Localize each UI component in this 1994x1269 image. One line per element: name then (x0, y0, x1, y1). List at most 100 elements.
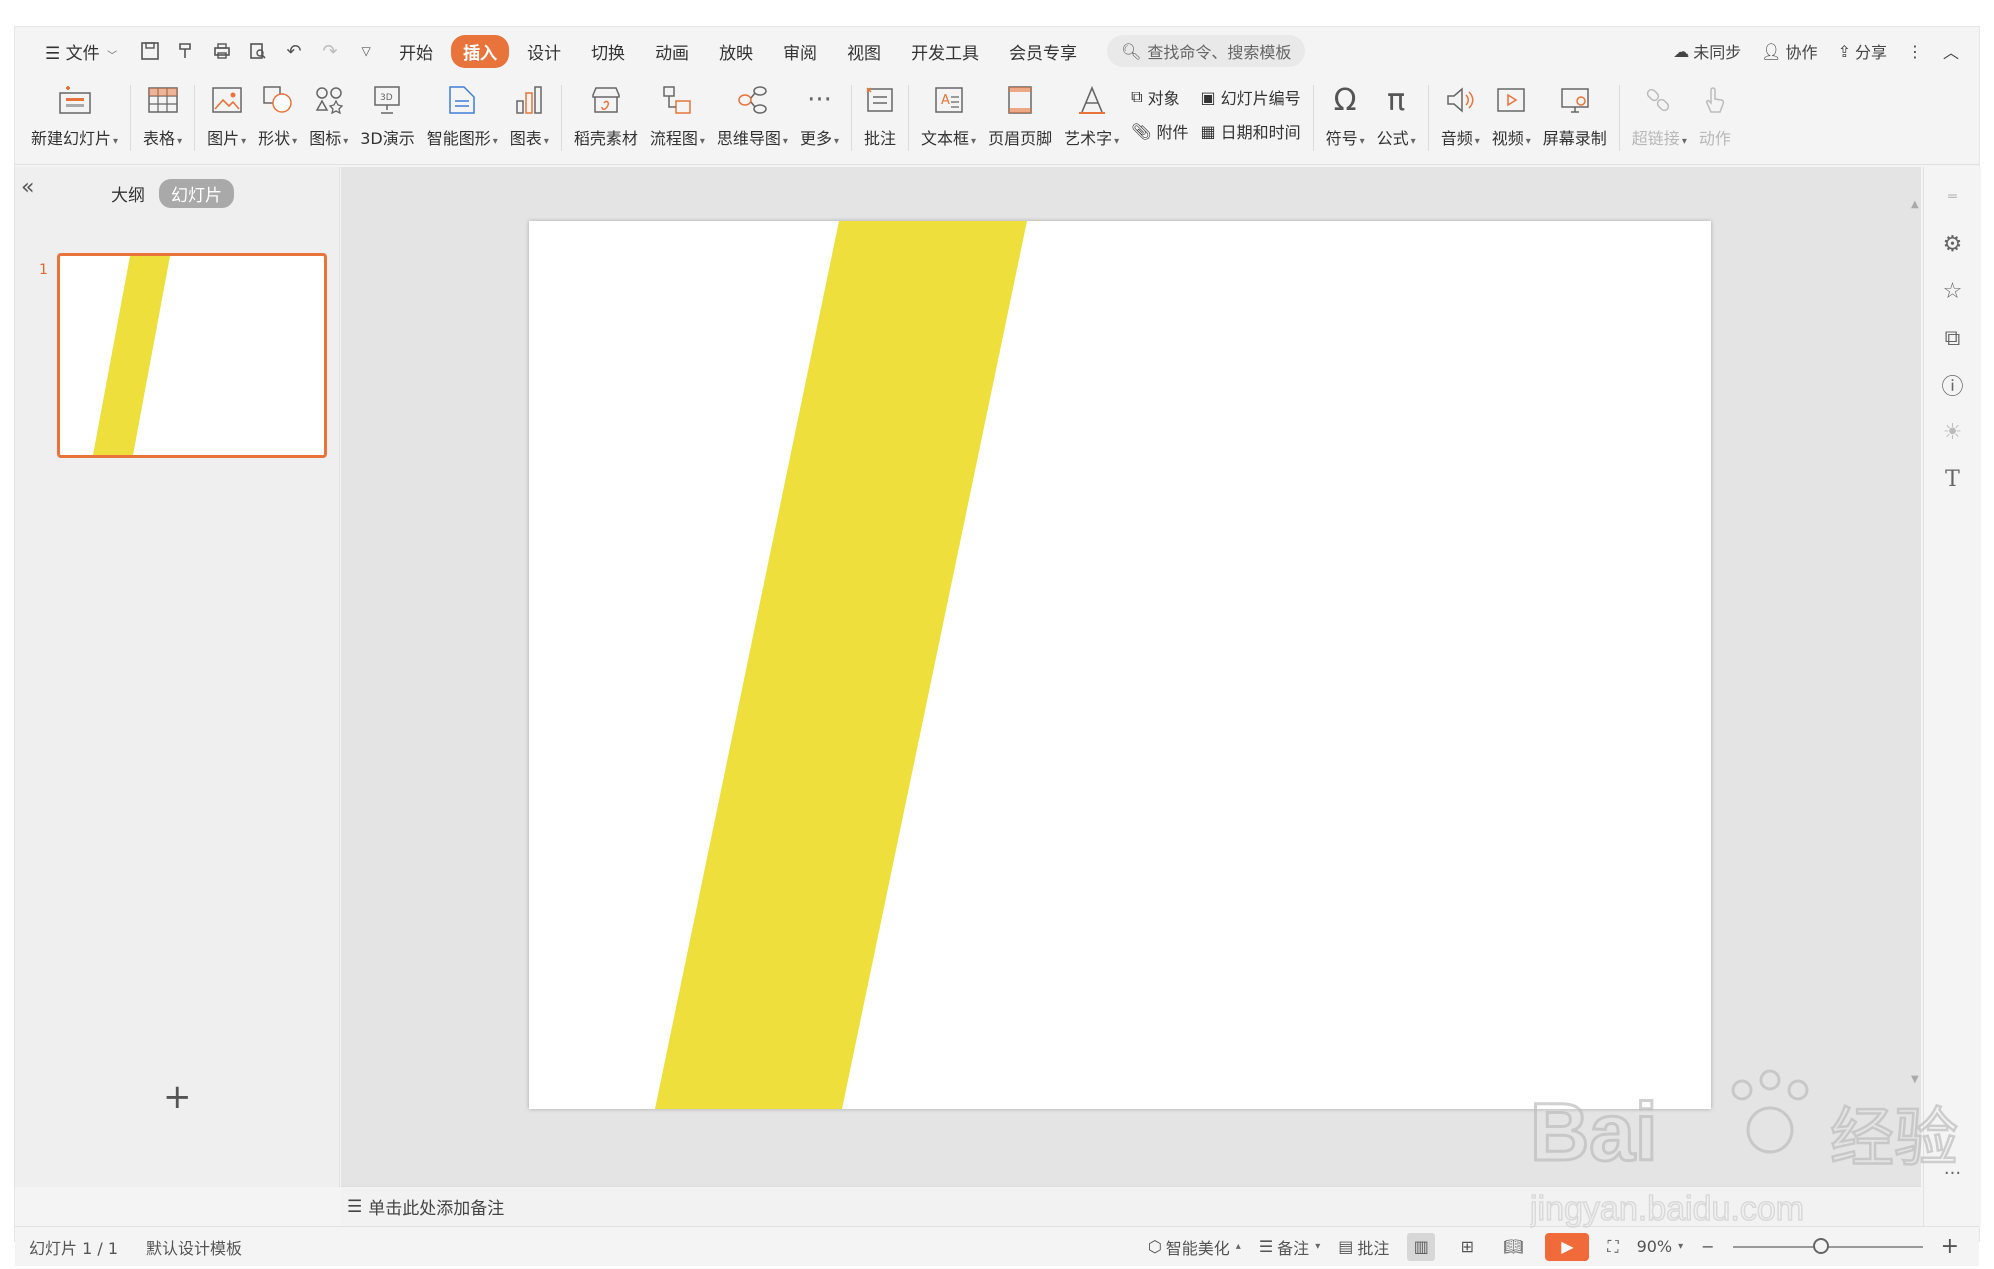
vertical-scrollbar[interactable]: ▲ ▼ (1909, 197, 1923, 1187)
watermark-brand2: 经验 (1830, 1102, 1958, 1176)
svg-text:▲: ▲ (1911, 199, 1919, 210)
print-preview-icon[interactable] (243, 36, 273, 66)
attachment-label: 附件 (1156, 123, 1189, 142)
undo-icon[interactable]: ↶ (279, 36, 309, 66)
slide-thumbnail[interactable] (57, 253, 327, 458)
sync-button[interactable]: ☁ 未同步 (1673, 39, 1741, 63)
equation-button[interactable]: π 公式 ▾ (1371, 75, 1422, 161)
help-icon[interactable]: ⓘ (1936, 368, 1970, 402)
comment-button[interactable]: 批注 (858, 75, 902, 161)
textbox-button[interactable]: A 文本框 ▾ (915, 75, 982, 161)
collapse-ribbon-icon[interactable]: ︿ (1943, 39, 1959, 63)
hyperlink-button[interactable]: 超链接 ▾ (1626, 75, 1693, 161)
audio-label: 音频 (1440, 129, 1473, 148)
comment-toggle-button[interactable]: ▤ 批注 (1338, 1235, 1389, 1259)
share-button[interactable]: ⇪ 分享 (1838, 39, 1887, 63)
video-icon (1495, 81, 1527, 119)
smartart-button[interactable]: 智能图形 ▾ (421, 75, 504, 161)
tab-developer[interactable]: 开发工具 (899, 35, 991, 68)
tab-outline[interactable]: 大纲 (111, 181, 145, 206)
format-painter-icon[interactable] (171, 36, 201, 66)
hyperlink-label: 超链接 (1631, 129, 1680, 148)
star-icon[interactable]: ☆ (1936, 274, 1970, 308)
object-button[interactable]: ⧉ 对象 (1131, 85, 1188, 109)
mindmap-button[interactable]: 思维导图 ▾ (711, 75, 794, 161)
new-slide-button[interactable]: 新建幻灯片 ▾ (25, 75, 124, 161)
tab-slides[interactable]: 幻灯片 (159, 179, 234, 208)
shape-button[interactable]: 形状 ▾ (252, 75, 303, 161)
save-icon[interactable] (135, 36, 165, 66)
header-footer-label: 页眉页脚 (988, 129, 1053, 148)
tab-design[interactable]: 设计 (515, 35, 573, 68)
picture-button[interactable]: 图片 ▾ (201, 75, 252, 161)
more-options-icon[interactable]: ⋮ (1907, 42, 1923, 61)
tab-slideshow[interactable]: 放映 (707, 35, 765, 68)
add-slide-icon[interactable]: + (163, 1077, 192, 1117)
textbox-label: 文本框 (921, 129, 970, 148)
collab-button[interactable]: 👤︎ 协作 (1761, 39, 1817, 63)
slides-panel: « 大纲 幻灯片 1 + (15, 167, 340, 1187)
slide-canvas[interactable] (529, 221, 1711, 1109)
tab-review[interactable]: 审阅 (771, 35, 829, 68)
tab-animations[interactable]: 动画 (643, 35, 701, 68)
tab-home[interactable]: 开始 (387, 35, 445, 68)
wordart-label: 艺术字 (1064, 129, 1113, 148)
slide-number-icon: ▣ (1200, 87, 1216, 107)
slide-number-button[interactable]: ▣ 幻灯片编号 (1200, 85, 1300, 109)
chart-button[interactable]: 图表 ▾ (504, 75, 555, 161)
material-button[interactable]: 稻壳素材 (568, 75, 644, 161)
table-icon (147, 81, 179, 119)
icon-button[interactable]: 图标 ▾ (303, 75, 354, 161)
mindmap-icon (736, 81, 768, 119)
header-footer-button[interactable]: 页眉页脚 (982, 75, 1058, 161)
template-name[interactable]: 默认设计模板 (146, 1235, 242, 1259)
picture-icon (211, 81, 243, 119)
redo-icon[interactable]: ↷ (315, 36, 345, 66)
pi-icon: π (1387, 82, 1406, 118)
insert-object-group: ⧉ 对象 📎︎ 附件 (1125, 75, 1194, 143)
symbol-button[interactable]: Ω 符号 ▾ (1320, 75, 1371, 161)
tab-view[interactable]: 视图 (835, 35, 893, 68)
lightbulb-icon[interactable]: ☀︎ (1936, 415, 1970, 449)
insert-number-group: ▣ 幻灯片编号 ▦ 日期和时间 (1194, 75, 1306, 143)
svg-text:A: A (941, 93, 950, 108)
omega-icon: Ω (1333, 82, 1357, 118)
print-icon[interactable] (207, 36, 237, 66)
flowchart-button[interactable]: 流程图 ▾ (644, 75, 711, 161)
object-icon: ⧉ (1131, 87, 1143, 106)
mindmap-label: 思维导图 (716, 129, 781, 148)
screen-record-button[interactable]: 屏幕录制 (1537, 75, 1613, 161)
ellipsis-icon: ··· (807, 85, 832, 115)
command-search[interactable]: 🔍︎ 查找命令、搜索模板 (1107, 35, 1306, 67)
thumbnail-stripe (93, 256, 170, 455)
tab-insert[interactable]: 插入 (451, 34, 510, 68)
file-menu[interactable]: ☰ 文件 ﹀ (33, 35, 129, 68)
grid-view-button[interactable]: ⊞ (1453, 1233, 1481, 1261)
text-icon[interactable]: T (1936, 462, 1970, 496)
yellow-stripe-shape[interactable] (529, 221, 1711, 1109)
3d-demo-button[interactable]: 3D 3D演示 (354, 75, 421, 161)
audio-button[interactable]: 音频 ▾ (1435, 75, 1486, 161)
properties-icon[interactable]: ⚙︎ (1936, 227, 1970, 261)
equation-label: 公式 (1376, 129, 1409, 148)
tab-member[interactable]: 会员专享 (997, 35, 1089, 68)
normal-view-button[interactable]: ▥ (1407, 1232, 1436, 1261)
tab-transitions[interactable]: 切换 (579, 35, 637, 68)
wordart-button[interactable]: 艺术字 ▾ (1058, 75, 1125, 161)
file-menu-label: 文件 (65, 43, 100, 64)
action-button[interactable]: 动作 (1693, 75, 1737, 161)
attachment-button[interactable]: 📎︎ 附件 (1131, 119, 1188, 143)
reading-view-button[interactable]: 📖︎ (1499, 1233, 1527, 1261)
collapse-panel-icon[interactable]: « (21, 175, 34, 200)
notes-toggle-button[interactable]: ☰ 备注 ▾ (1259, 1235, 1320, 1259)
beautify-button[interactable]: ⬡ 智能美化 ▴ (1148, 1235, 1241, 1259)
customize-toolbar-icon[interactable]: ▽ (351, 36, 381, 66)
datetime-button[interactable]: ▦ 日期和时间 (1200, 119, 1300, 143)
video-button[interactable]: 视频 ▾ (1486, 75, 1537, 161)
copy-icon[interactable]: ⧉ (1936, 321, 1970, 355)
drag-handle-icon[interactable]: ═ (1936, 180, 1970, 214)
paw-icon (1731, 1069, 1809, 1154)
more-button[interactable]: ··· 更多 ▾ (794, 75, 845, 161)
collab-label: 协作 (1785, 43, 1818, 62)
table-button[interactable]: 表格 ▾ (137, 75, 188, 161)
